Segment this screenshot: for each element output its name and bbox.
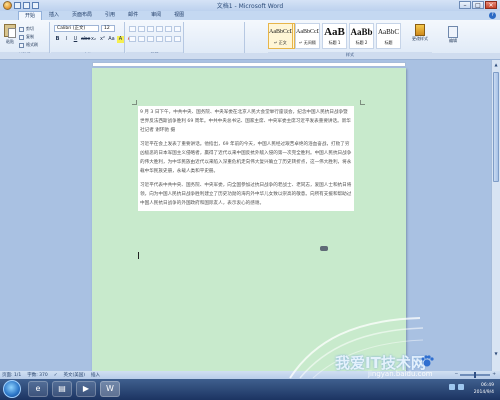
- style-tile-normal[interactable]: AaBbCcD ↵ 正文: [268, 23, 293, 49]
- style-sample-no-spacing: AaBbCcD: [296, 29, 319, 35]
- change-styles-icon: [415, 24, 425, 36]
- style-tile-heading1[interactable]: AaB 标题 1: [322, 23, 347, 49]
- word-taskbar-icon[interactable]: W: [100, 381, 120, 397]
- margin-corner-tr: [360, 100, 365, 105]
- style-tile-heading2[interactable]: AaBb 标题 2: [349, 23, 374, 49]
- status-mode[interactable]: 插入: [91, 372, 100, 378]
- taskbar-clock[interactable]: 06:49 2014/9/4: [474, 382, 494, 396]
- help-icon[interactable]: ?: [489, 12, 496, 19]
- zoom-out-icon[interactable]: −: [454, 372, 458, 377]
- style-sample-heading1: AaB: [324, 26, 345, 38]
- scroll-down-icon[interactable]: ▼: [493, 351, 499, 357]
- styles-group-label: 样式: [268, 52, 432, 58]
- scroll-up-icon[interactable]: ▲: [493, 62, 499, 68]
- style-sample-title: AaBbC: [378, 28, 399, 36]
- window-title: 文档1 - Microsoft Word: [216, 3, 284, 10]
- horizontal-ruler[interactable]: [92, 62, 406, 67]
- media-player-icon[interactable]: ▶: [76, 381, 96, 397]
- watermark-url: jingyan.baidu.com: [368, 370, 433, 378]
- ribbon-tabs: 开始 插入 页面布局 引用 邮件 审阅 视图 ?: [0, 11, 500, 20]
- margin-corner-tl: [132, 100, 137, 105]
- style-name-title: 标题: [384, 40, 393, 45]
- paragraph-3: 习近平代表中共中央、国务院、中央军委，向全国参加过抗日战争的老战士、老同志，爱国…: [140, 183, 352, 206]
- styles-overlay: AaBbCcD ↵ 正文 AaBbCcD ↵ 无间隔 AaB 标题 1 AaBb…: [0, 20, 500, 60]
- paste-options-icon[interactable]: [320, 246, 328, 251]
- ie-icon[interactable]: e: [28, 381, 48, 397]
- zoom-slider[interactable]: [460, 371, 491, 378]
- spelling-icon[interactable]: ✓: [54, 373, 58, 378]
- network-icon[interactable]: [449, 384, 455, 390]
- zoom-in-icon[interactable]: +: [492, 372, 496, 377]
- scroll-thumb[interactable]: [493, 72, 499, 182]
- system-tray: [449, 384, 464, 390]
- status-language[interactable]: 英文(美国): [64, 372, 86, 378]
- editing-button[interactable]: 编辑: [445, 26, 461, 44]
- tab-view[interactable]: 视图: [168, 11, 190, 20]
- taskbar: e ▤ ▶ W 06:49 2014/9/4: [0, 379, 500, 400]
- maximize-button[interactable]: □: [472, 1, 484, 9]
- status-page[interactable]: 页面: 1/1: [2, 372, 21, 378]
- document-text[interactable]: 9 月 3 日下午，中共中央、国务院、中央军委在北京人民大会堂举行座谈会，纪念中…: [138, 106, 354, 211]
- change-styles-button[interactable]: 更改样式: [412, 24, 428, 42]
- clock-date: 2014/9/4: [473, 390, 494, 395]
- editing-label: 编辑: [449, 38, 457, 43]
- style-sample-heading2: AaBb: [350, 27, 373, 37]
- zoom-control: − +: [454, 371, 496, 378]
- tab-mailings[interactable]: 邮件: [122, 11, 144, 20]
- status-words[interactable]: 字数: 370: [27, 372, 48, 378]
- tab-references[interactable]: 引用: [99, 11, 121, 20]
- change-styles-label: 更改样式: [412, 36, 428, 41]
- tab-page-layout[interactable]: 页面布局: [66, 11, 98, 20]
- explorer-icon[interactable]: ▤: [52, 381, 72, 397]
- volume-icon[interactable]: [458, 384, 464, 390]
- style-tile-title[interactable]: AaBbC 标题: [376, 23, 401, 49]
- style-name-heading2: 标题 2: [355, 40, 368, 45]
- start-button[interactable]: [3, 380, 21, 398]
- paragraph-1: 9 月 3 日下午，中共中央、国务院、中央军委在北京人民大会堂举行座谈会，纪念中…: [140, 110, 351, 133]
- tab-insert[interactable]: 插入: [43, 11, 65, 20]
- tab-home[interactable]: 开始: [18, 11, 43, 20]
- text-cursor: [138, 252, 139, 259]
- window-controls: – □ ✕: [459, 1, 497, 9]
- title-bar: 文档1 - Microsoft Word – □ ✕: [0, 0, 500, 11]
- close-button[interactable]: ✕: [485, 1, 497, 9]
- style-tile-no-spacing[interactable]: AaBbCcD ↵ 无间隔: [295, 23, 320, 49]
- minimize-button[interactable]: –: [459, 1, 471, 9]
- paragraph-2: 习近平在会上发表了重要讲话。他指出，69 年前的今天，中国人民经过艰苦卓绝的浴血…: [140, 142, 352, 174]
- style-name-heading1: 标题 1: [328, 40, 341, 45]
- find-icon: [448, 26, 458, 38]
- style-name-normal: ↵ 正文: [274, 40, 287, 45]
- tab-review[interactable]: 审阅: [145, 11, 167, 20]
- paw-icon: [421, 355, 434, 367]
- vertical-scrollbar[interactable]: ▲ ▼: [491, 60, 500, 371]
- clock-time: 06:49: [481, 383, 494, 388]
- style-sample-normal: AaBbCcD: [269, 29, 292, 35]
- style-name-no-spacing: ↵ 无间隔: [299, 40, 316, 45]
